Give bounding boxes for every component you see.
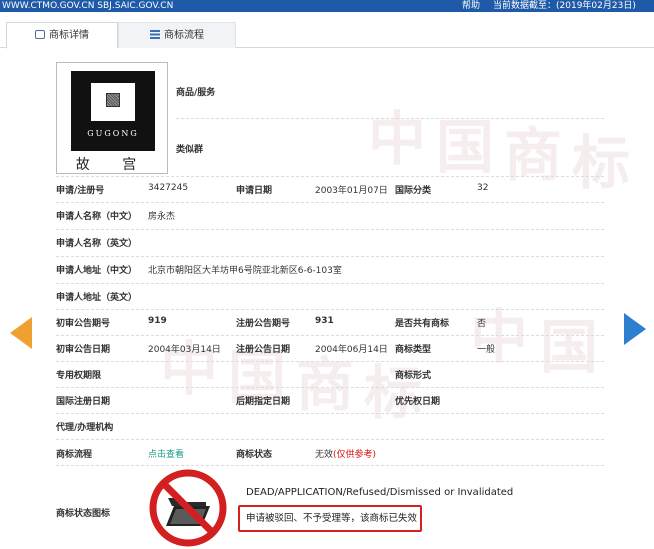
priority-date-label: 优先权日期: [395, 397, 441, 407]
divider: [56, 176, 604, 177]
exclusive-period-label: 专用权期限: [56, 371, 102, 381]
data-as-of: 当前数据截至：(2019年02月23日): [493, 1, 636, 11]
tab-strip: 商标详情 商标流程: [0, 22, 654, 49]
status-notice: 申请被驳回、不予受理等，该商标已失效: [238, 505, 422, 532]
shared-value: 否: [477, 319, 487, 329]
similar-group-label: 类似群: [176, 145, 204, 155]
mark-type-value: 一般: [477, 345, 496, 355]
intl-class-value: 32: [477, 183, 489, 193]
divider: [56, 283, 604, 284]
trademark-latin-text: GUGONG: [87, 129, 139, 138]
tag-icon: [35, 29, 45, 39]
tab-label: 商标详情: [49, 30, 89, 41]
mark-type-label: 商标类型: [395, 345, 432, 355]
divider: [56, 465, 604, 466]
trademark-square-mark: [106, 93, 120, 107]
divider: [56, 202, 604, 203]
tab-trademark-process[interactable]: 商标流程: [118, 22, 236, 48]
reg-pub-date-value: 2004年06月14日: [315, 345, 388, 355]
status-english-text: DEAD/APPLICATION/Refused/Dismissed or In…: [246, 487, 514, 498]
address-cn-value: 北京市朝阳区大羊坊甲6号院亚北新区6-6-103室: [148, 266, 342, 276]
divider: [176, 118, 604, 119]
divider: [56, 229, 604, 230]
tab-trademark-details[interactable]: 商标详情: [6, 22, 118, 49]
divider: [56, 361, 604, 362]
help-link[interactable]: 帮助: [462, 0, 480, 12]
status-icon-label: 商标状态图标: [56, 509, 111, 519]
applicant-cn-label: 申请人名称（中文）: [56, 212, 138, 222]
divider: [56, 256, 604, 257]
reg-pub-no-label: 注册公告期号: [236, 319, 291, 329]
applicant-en-label: 申请人名称（英文）: [56, 239, 138, 249]
divider: [56, 335, 604, 336]
intl-class-label: 国际分类: [395, 186, 432, 196]
address-en-label: 申请人地址（英文）: [56, 293, 138, 303]
prelim-pub-no-label: 初审公告期号: [56, 319, 111, 329]
top-bar: WWW.CTMO.GOV.CN SBJ.SAIC.GOV.CN 帮助 当前数据截…: [0, 0, 654, 12]
shared-label: 是否共有商标: [395, 319, 450, 329]
list-icon: [150, 29, 160, 39]
trademark-emblem: GUGONG: [71, 71, 155, 151]
next-arrow-icon[interactable]: [624, 313, 646, 345]
site-links[interactable]: WWW.CTMO.GOV.CN SBJ.SAIC.GOV.CN: [2, 0, 173, 12]
reg-pub-date-label: 注册公告日期: [236, 345, 291, 355]
prelim-pub-date-value: 2004年03月14日: [148, 345, 221, 355]
prelim-pub-date-label: 初审公告日期: [56, 345, 111, 355]
address-cn-label: 申请人地址（中文）: [56, 266, 138, 276]
divider: [56, 309, 604, 310]
app-date-value: 2003年01月07日: [315, 186, 388, 196]
divider: [56, 387, 604, 388]
status-value-group: 无效(仅供参考): [315, 447, 376, 460]
status-value: 无效: [315, 450, 334, 460]
mark-form-label: 商标形式: [395, 371, 432, 381]
later-designation-date-label: 后期指定日期: [236, 397, 291, 407]
process-label: 商标流程: [56, 450, 93, 460]
applicant-cn-value: 房永杰: [148, 212, 176, 222]
no-folder-icon: [149, 469, 227, 547]
view-process-link[interactable]: 点击查看: [148, 447, 184, 460]
goods-services-label: 商品/服务: [176, 88, 216, 98]
divider: [56, 413, 604, 414]
agent-label: 代理/办理机构: [56, 423, 114, 433]
intl-reg-date-label: 国际注册日期: [56, 397, 111, 407]
reg-no-label: 申请/注册号: [56, 186, 105, 196]
reg-pub-no-value: 931: [315, 316, 334, 326]
status-label: 商标状态: [236, 450, 273, 460]
previous-arrow-icon[interactable]: [10, 317, 32, 349]
trademark-image: GUGONG 故 宫: [56, 62, 168, 174]
trademark-chinese-text: 故 宫: [75, 157, 151, 173]
app-date-label: 申请日期: [236, 186, 273, 196]
divider: [56, 439, 604, 440]
status-note: (仅供参考): [333, 450, 377, 460]
reg-no-value: 3427245: [148, 183, 189, 193]
tab-label: 商标流程: [164, 30, 204, 41]
prelim-pub-no-value: 919: [148, 316, 167, 326]
